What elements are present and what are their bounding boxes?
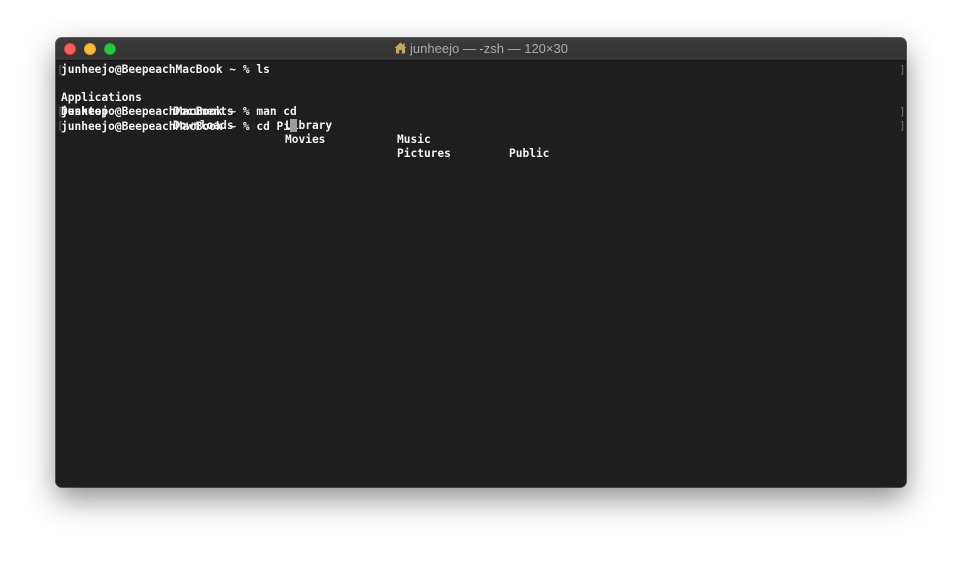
command-input[interactable]: cd Pi: [256, 120, 290, 133]
command-line-1: junheejo@BeepeachMacBook ~ % ls: [61, 63, 270, 77]
ls-entry: Public: [509, 147, 550, 160]
terminal-content[interactable]: [ junheejo@BeepeachMacBook ~ % ls ] Appl…: [56, 61, 906, 487]
home-icon: [394, 39, 407, 54]
command-text: ls: [256, 63, 270, 76]
text-cursor: [290, 119, 298, 132]
line-mark-right: ]: [899, 105, 906, 118]
command-line-3[interactable]: junheejo@BeepeachMacBook ~ % cd Pi: [61, 119, 298, 133]
window-title-container: junheejo — -zsh — 120×30: [56, 38, 906, 60]
ls-output-row-1: Applications Documents Library Music Pub…: [61, 77, 661, 160]
ls-output-row-2: Desktop Downloads Movies Pictures: [61, 91, 661, 160]
prompt: junheejo@BeepeachMacBook ~ %: [61, 120, 250, 133]
line-mark-right: ]: [899, 63, 906, 76]
command-line-2: junheejo@BeepeachMacBook ~ % man cd: [61, 105, 297, 119]
command-text: man cd: [256, 105, 297, 118]
ls-entry: Music: [397, 133, 431, 146]
terminal-window: junheejo — -zsh — 120×30 [ junheejo@Beep…: [56, 38, 906, 487]
prompt: junheejo@BeepeachMacBook ~ %: [61, 63, 250, 76]
ls-entry: Movies: [285, 133, 326, 146]
title-bar[interactable]: junheejo — -zsh — 120×30: [56, 38, 906, 61]
prompt: junheejo@BeepeachMacBook ~ %: [61, 105, 250, 118]
line-mark-right: ]: [899, 119, 906, 132]
window-title: junheejo — -zsh — 120×30: [410, 41, 568, 56]
ls-entry: Pictures: [397, 147, 451, 160]
